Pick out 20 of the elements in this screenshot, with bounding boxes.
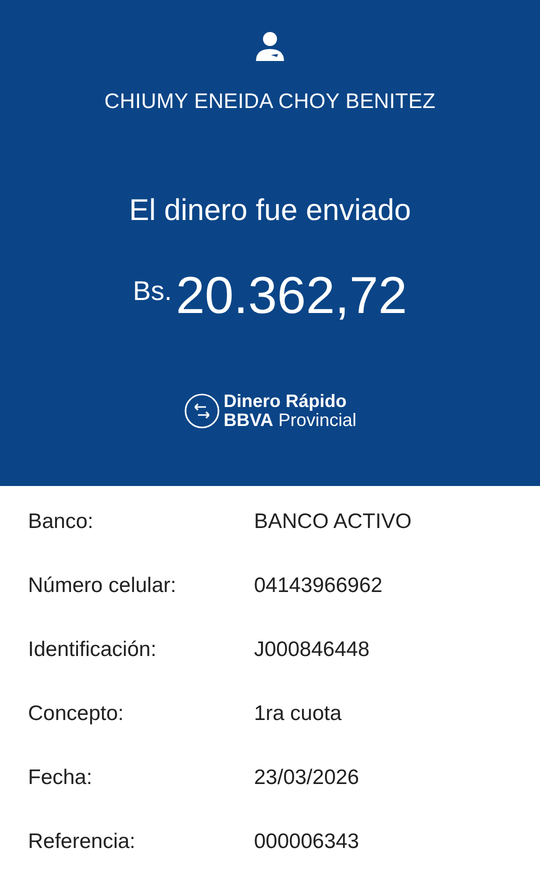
detail-value: 1ra cuota xyxy=(254,702,342,727)
detail-label: Concepto: xyxy=(28,702,125,727)
status-message: El dinero fue enviado xyxy=(129,194,411,228)
logo-title: Dinero Rápido xyxy=(224,392,348,411)
detail-value: 23/03/2026 xyxy=(254,766,360,791)
logo-subtitle: BBVA Provincial xyxy=(224,410,356,430)
detail-value: J000846448 xyxy=(254,638,370,663)
detail-label: Banco: xyxy=(28,510,94,535)
currency: Bs. xyxy=(132,276,172,307)
detail-label: Referencia: xyxy=(28,830,136,855)
detail-value: BANCO ACTIVO xyxy=(254,510,412,535)
detail-value: 000006343 xyxy=(254,830,360,855)
detail-label: Número celular: xyxy=(28,574,178,599)
detail-value: 04143966962 xyxy=(254,574,382,599)
detail-label: Fecha: xyxy=(28,766,94,791)
person-icon xyxy=(254,30,286,62)
arrows-circle-icon xyxy=(184,392,220,429)
detail-label: Identificación: xyxy=(28,638,158,663)
amount: 20.362,72 xyxy=(176,266,408,326)
recipient-name: CHIUMY ENEIDA CHOY BENITEZ xyxy=(104,90,436,114)
